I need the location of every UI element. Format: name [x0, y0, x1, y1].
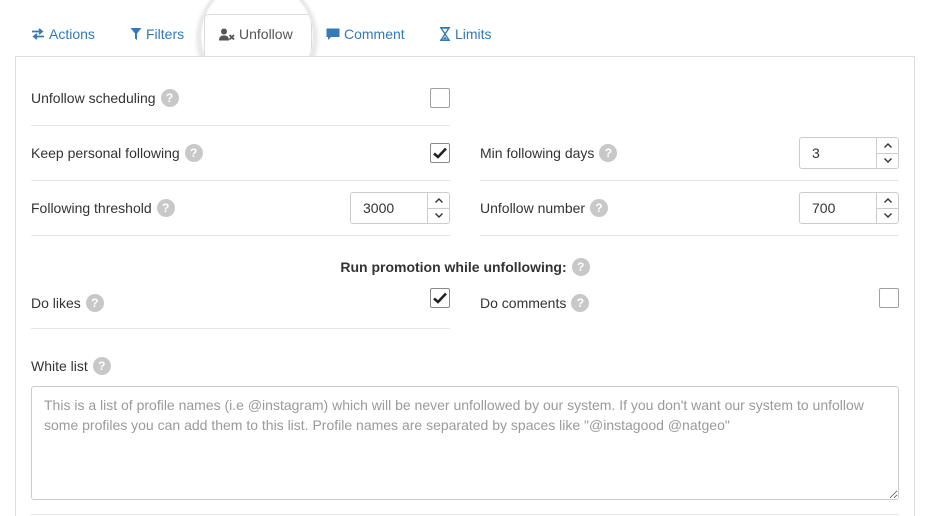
decrement-button[interactable] [877, 207, 898, 224]
help-icon[interactable]: ? [92, 357, 111, 375]
unfollow-scheduling-checkbox[interactable] [430, 88, 450, 108]
divider [31, 125, 450, 126]
checkmark-icon [433, 147, 447, 159]
help-icon[interactable]: ? [85, 294, 104, 312]
divider [480, 235, 899, 236]
tab-bar: Actions Filters Unfollow Comment Limits [15, 0, 915, 57]
unfollow-scheduling-text: Unfollow scheduling [31, 90, 156, 106]
tab-unfollow-label: Unfollow [239, 26, 293, 42]
divider [31, 328, 450, 329]
comment-icon [326, 28, 340, 40]
tab-filters[interactable]: Filters [130, 20, 184, 48]
tab-comment[interactable]: Comment [326, 20, 405, 48]
do-likes-text: Do likes [31, 295, 81, 311]
divider [31, 235, 450, 236]
promotion-title-text: Run promotion while unfollowing: [340, 259, 567, 275]
tab-unfollow[interactable]: Unfollow [219, 20, 293, 48]
tab-limits-label: Limits [455, 26, 492, 42]
unfollow-number-label: Unfollow number ? [480, 198, 609, 218]
unfollow-number-text: Unfollow number [480, 200, 586, 216]
divider [31, 180, 450, 181]
do-comments-text: Do comments [480, 295, 567, 311]
min-following-days-text: Min following days [480, 145, 595, 161]
exchange-icon [32, 28, 44, 40]
increment-button[interactable] [877, 138, 898, 153]
divider [480, 180, 899, 181]
increment-button[interactable] [428, 193, 449, 208]
decrement-button[interactable] [428, 207, 449, 224]
unfollow-number-stepper [799, 192, 899, 224]
divider [31, 514, 899, 515]
tab-comment-label: Comment [344, 26, 405, 42]
following-threshold-text: Following threshold [31, 200, 152, 216]
help-icon[interactable]: ? [184, 144, 203, 162]
unfollow-number-input[interactable] [800, 193, 876, 223]
stepper-buttons [876, 193, 898, 223]
min-following-days-stepper [799, 137, 899, 169]
white-list-textarea[interactable] [31, 386, 899, 500]
following-threshold-input[interactable] [351, 193, 427, 223]
user-times-icon [219, 28, 235, 40]
hourglass-icon [439, 27, 451, 41]
chevron-up-icon [883, 197, 892, 203]
unfollow-scheduling-label: Unfollow scheduling ? [31, 88, 179, 108]
do-likes-checkbox[interactable] [430, 288, 450, 308]
do-comments-checkbox[interactable] [879, 288, 899, 308]
help-icon[interactable]: ? [571, 294, 590, 312]
tab-filters-label: Filters [146, 26, 185, 42]
do-comments-label: Do comments ? [480, 293, 590, 313]
checkmark-icon [433, 292, 447, 304]
chevron-up-icon [883, 142, 892, 148]
chevron-down-icon [434, 213, 443, 219]
following-threshold-stepper [350, 192, 450, 224]
promotion-section-title: Run promotion while unfollowing: ? [15, 258, 915, 276]
do-likes-label: Do likes ? [31, 293, 104, 313]
following-threshold-label: Following threshold ? [31, 198, 175, 218]
increment-button[interactable] [877, 193, 898, 208]
white-list-label: White list ? [31, 356, 111, 376]
help-icon[interactable]: ? [590, 199, 609, 217]
help-icon[interactable]: ? [160, 89, 179, 107]
stepper-buttons [427, 193, 449, 223]
decrement-button[interactable] [877, 152, 898, 169]
help-icon[interactable]: ? [156, 199, 175, 217]
tab-actions-label: Actions [49, 26, 95, 42]
keep-personal-following-label: Keep personal following ? [31, 143, 203, 163]
help-icon[interactable]: ? [599, 144, 618, 162]
min-following-days-label: Min following days ? [480, 143, 618, 163]
tab-limits[interactable]: Limits [439, 20, 492, 48]
chevron-up-icon [434, 197, 443, 203]
help-icon[interactable]: ? [571, 258, 590, 276]
tab-actions[interactable]: Actions [31, 20, 95, 48]
white-list-text: White list [31, 358, 88, 374]
keep-personal-following-text: Keep personal following [31, 145, 180, 161]
filter-icon [130, 28, 142, 40]
keep-personal-following-checkbox[interactable] [430, 143, 450, 163]
stepper-buttons [876, 138, 898, 168]
chevron-down-icon [883, 213, 892, 219]
min-following-days-input[interactable] [800, 138, 876, 168]
chevron-down-icon [883, 158, 892, 164]
